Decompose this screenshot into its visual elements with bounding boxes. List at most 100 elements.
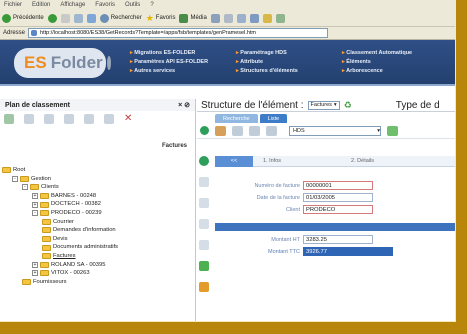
home-icon[interactable] [86,13,96,23]
tree-node[interactable]: - Gestion [2,175,118,184]
collapse-icon[interactable]: - [22,184,28,191]
go-icon[interactable] [200,126,209,135]
discuss-icon[interactable] [262,13,272,23]
montant-ht-input[interactable]: 3283.25 [303,235,373,244]
app-banner: ES Folder Migrations ES-FOLDER Paramètre… [0,40,455,86]
green-status-icon[interactable] [199,261,209,271]
tree-node[interactable]: Root [2,166,118,175]
search-button[interactable]: Rechercher [99,13,142,23]
forward-arrow-icon[interactable] [47,13,57,23]
folder-icon [40,193,49,200]
address-input[interactable]: http://localhost:8080/ES38/GetRecords?Te… [28,28,329,38]
validate-icon[interactable] [387,125,398,136]
expand-icon[interactable]: + [32,261,38,268]
tree-node[interactable]: Devis [2,235,118,244]
edit-icon[interactable] [249,13,259,23]
menu-fichier[interactable]: Fichier [4,2,22,8]
tree-node[interactable]: Courrier [2,218,118,227]
menu-affichage[interactable]: Affichage [60,2,85,8]
es-folder-logo[interactable]: ES Folder [14,48,111,78]
banner-menu-migrations[interactable]: Migrations ES-FOLDER [130,50,208,56]
step-details[interactable]: 2. Détails [351,158,374,164]
print-node-icon[interactable] [104,114,114,124]
tree-node[interactable]: Demandes d'information [2,226,118,235]
refresh-icon[interactable] [73,13,83,23]
expand-icon[interactable]: + [32,193,38,200]
field-date-facture: Date de la facture 01/03/2005 [215,192,455,203]
sidebar-close-button[interactable]: × ⊘ [178,101,190,109]
media-button[interactable]: Média [179,13,207,23]
orange-status-icon[interactable] [199,282,209,292]
collapse-icon[interactable]: - [12,175,18,182]
paste-node-icon[interactable] [64,114,74,124]
panel-toolbar: HDS ▾ [197,123,455,139]
stop-icon[interactable] [60,13,70,23]
address-bar: Adresse http://localhost:8080/ES38/GetRe… [0,27,455,40]
folder-icon [20,175,29,182]
date-facture-input[interactable]: 01/03/2005 [303,193,373,202]
tree-node-label: ROLAND SA - 00395 [51,261,106,268]
browser-menubar: Fichier Edition Affichage Favoris Outils… [0,0,455,10]
copy-node-icon[interactable] [44,114,54,124]
copy-icon[interactable] [232,125,243,136]
print-icon[interactable] [236,13,246,23]
banner-menu-attribute[interactable]: Attribute [236,59,298,65]
address-label: Adresse [3,30,26,36]
type-select[interactable]: Factures ▾ [307,100,340,110]
hds-select[interactable]: HDS ▾ [289,125,381,136]
banner-menu-api-params[interactable]: Paramètres API ES-FOLDER [130,59,208,65]
chevron-down-icon: ▾ [333,102,337,108]
menu-edition[interactable]: Edition [32,2,50,8]
banner-menu-elements[interactable]: Éléments [342,59,412,65]
grid-icon[interactable] [199,240,209,250]
expand-icon[interactable]: + [32,201,38,208]
favorites-button[interactable]: ★ Favoris [146,13,176,24]
collapse-icon[interactable]: - [32,210,38,217]
mail-icon[interactable] [223,13,233,23]
delete-node-icon[interactable]: ✕ [124,114,134,124]
tree-node[interactable]: + DOCTECH - 00382 [2,200,118,209]
tree-node-label: VITOX - 00263 [51,270,90,277]
banner-menu-arborescence[interactable]: Arborescence [342,68,412,74]
list-icon[interactable] [266,125,277,136]
numero-facture-input[interactable]: 00000001 [303,181,373,190]
add-node-icon[interactable] [4,114,14,124]
edit-icon[interactable] [199,177,209,187]
expand-icon[interactable]: + [32,270,38,277]
step-infos[interactable]: 1. Infos [263,158,281,164]
client-input[interactable]: PRODECO [303,205,373,214]
open-folder-icon[interactable] [215,125,226,136]
banner-menu-classement[interactable]: Classement Automatique [342,50,412,56]
edit-node-icon[interactable] [84,114,94,124]
transfer-icon[interactable] [249,125,260,136]
menu-help[interactable]: ? [150,2,153,8]
tab-liste[interactable]: Liste [259,114,288,123]
invoice-form: << 1. Infos 2. Détails Numéro de facture… [215,155,455,257]
selected-node-label: Factures [161,143,187,149]
open-node-icon[interactable] [24,114,34,124]
tree-node[interactable]: Factures [2,252,118,261]
tree-node[interactable]: + BARNES - 00248 [2,192,118,201]
tree-node[interactable]: - PRODECO - 00239 [2,209,118,218]
tree-node[interactable]: + ROLAND SA - 00395 [2,261,118,270]
tree-node[interactable]: - Clients [2,183,118,192]
banner-menu-hds[interactable]: Paramétrage HDS [236,50,298,56]
menu-favoris[interactable]: Favoris [95,2,115,8]
document-icon[interactable] [199,198,209,208]
messenger-icon[interactable] [275,13,285,23]
tree-node[interactable]: Documents administratifs [2,243,118,252]
step-back-button[interactable]: << [215,155,253,167]
banner-menu-other-services[interactable]: Autres services [130,68,208,74]
history-icon[interactable] [210,13,220,23]
logo-circle-icon [106,56,111,70]
banner-menu-structures[interactable]: Structures d'éléments [236,68,298,74]
montant-ttc-input[interactable]: 3926.77 [303,247,393,256]
refresh-icon[interactable]: ♻ [344,100,352,111]
tab-recherche[interactable]: Recherche [215,114,258,123]
table-icon[interactable] [199,219,209,229]
tree-node[interactable]: + VITOX - 00263 [2,269,118,278]
tree-node[interactable]: Fournisseurs [2,278,118,287]
back-button[interactable]: Précédente [2,13,44,23]
menu-outils[interactable]: Outils [125,2,140,8]
refresh-circle-icon[interactable] [199,156,209,166]
